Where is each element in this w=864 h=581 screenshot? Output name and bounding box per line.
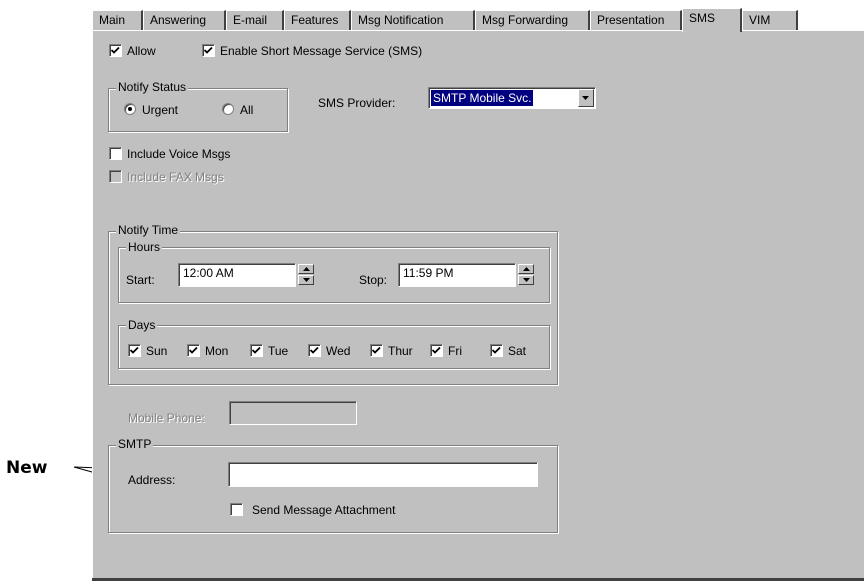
sms-provider-label: SMS Provider: <box>318 96 396 110</box>
tab-answering[interactable]: Answering <box>143 10 226 30</box>
send-attachment-checkbox[interactable] <box>230 503 243 516</box>
all-label: All <box>240 103 254 117</box>
enable-sms-label: Enable Short Message Service (SMS) <box>220 44 423 58</box>
address-label: Address: <box>128 473 176 487</box>
day-sun-label: Sun <box>146 344 168 358</box>
day-sat-checkbox[interactable] <box>490 344 503 357</box>
enable-sms-checkbox[interactable] <box>202 44 215 57</box>
checkmark-icon <box>310 346 319 354</box>
day-mon-checkbox[interactable] <box>187 344 200 357</box>
send-attachment-label: Send Message Attachment <box>252 503 396 517</box>
day-sun-checkbox[interactable] <box>128 344 141 357</box>
smtp-group <box>108 445 558 533</box>
start-time-spinner[interactable] <box>298 264 314 286</box>
sms-provider-select[interactable]: SMTP Mobile Svc. <box>428 87 596 109</box>
day-wed-label: Wed <box>326 344 351 358</box>
smtp-title: SMTP <box>116 437 154 451</box>
include-fax-label: Include FAX Msgs <box>127 170 224 184</box>
arrow-down-icon <box>303 278 310 282</box>
dropdown-button[interactable] <box>578 89 594 107</box>
start-up-button[interactable] <box>298 264 314 274</box>
days-title: Days <box>126 318 158 332</box>
include-voice-checkbox[interactable] <box>109 147 122 160</box>
day-mon-label: Mon <box>205 344 229 358</box>
arrow-down-icon <box>523 278 530 282</box>
checkmark-icon <box>372 346 381 354</box>
mobile-phone-input <box>229 401 357 425</box>
tab-features[interactable]: Features <box>284 10 351 30</box>
day-tue-label: Tue <box>268 344 289 358</box>
stop-up-button[interactable] <box>518 264 534 274</box>
tab-email[interactable]: E-mail <box>226 10 284 30</box>
tab-vim[interactable]: VIM <box>742 10 798 30</box>
stop-time-spinner[interactable] <box>518 264 534 286</box>
checkmark-icon <box>189 346 198 354</box>
notify-status-title: Notify Status <box>116 80 189 94</box>
tab-sms[interactable]: SMS <box>682 8 742 32</box>
allow-label: Allow <box>127 44 156 58</box>
day-tue-checkbox[interactable] <box>250 344 263 357</box>
day-thur-label: Thur <box>388 344 413 358</box>
day-sat-label: Sat <box>508 344 527 358</box>
chevron-down-icon <box>582 96 589 100</box>
checkmark-icon <box>492 346 501 354</box>
urgent-radio[interactable] <box>124 103 136 115</box>
day-thur-checkbox[interactable] <box>370 344 383 357</box>
day-wed-checkbox[interactable] <box>308 344 321 357</box>
arrow-up-icon <box>523 267 530 271</box>
tab-msg-forwarding[interactable]: Msg Forwarding <box>475 10 590 30</box>
allow-checkbox[interactable] <box>109 44 122 57</box>
stop-label: Stop: <box>359 273 388 287</box>
day-fri-label: Fri <box>448 344 462 358</box>
checkmark-icon <box>111 46 120 54</box>
include-fax-checkbox <box>109 170 122 183</box>
start-down-button[interactable] <box>298 275 314 285</box>
day-fri-checkbox[interactable] <box>430 344 443 357</box>
sms-provider-value: SMTP Mobile Svc. <box>431 90 534 106</box>
stop-down-button[interactable] <box>518 275 534 285</box>
tab-msg-notification[interactable]: Msg Notification <box>351 10 475 30</box>
start-label: Start: <box>126 273 155 287</box>
tab-main[interactable]: Main <box>92 10 143 30</box>
tab-presentation[interactable]: Presentation <box>590 10 682 30</box>
start-time-input[interactable]: 12:00 AM <box>178 263 296 287</box>
mobile-phone-label: Mobile Phone: <box>128 411 205 425</box>
checkmark-icon <box>252 346 261 354</box>
hours-title: Hours <box>126 240 163 254</box>
all-radio[interactable] <box>222 103 234 115</box>
smtp-address-input[interactable] <box>228 462 538 487</box>
include-voice-label: Include Voice Msgs <box>127 147 231 161</box>
notify-time-title: Notify Time <box>116 223 181 237</box>
stop-time-input[interactable]: 11:59 PM <box>398 263 516 287</box>
checkmark-icon <box>204 46 213 54</box>
arrow-up-icon <box>303 267 310 271</box>
checkmark-icon <box>130 346 139 354</box>
urgent-label: Urgent <box>142 103 179 117</box>
checkmark-icon <box>432 346 441 354</box>
